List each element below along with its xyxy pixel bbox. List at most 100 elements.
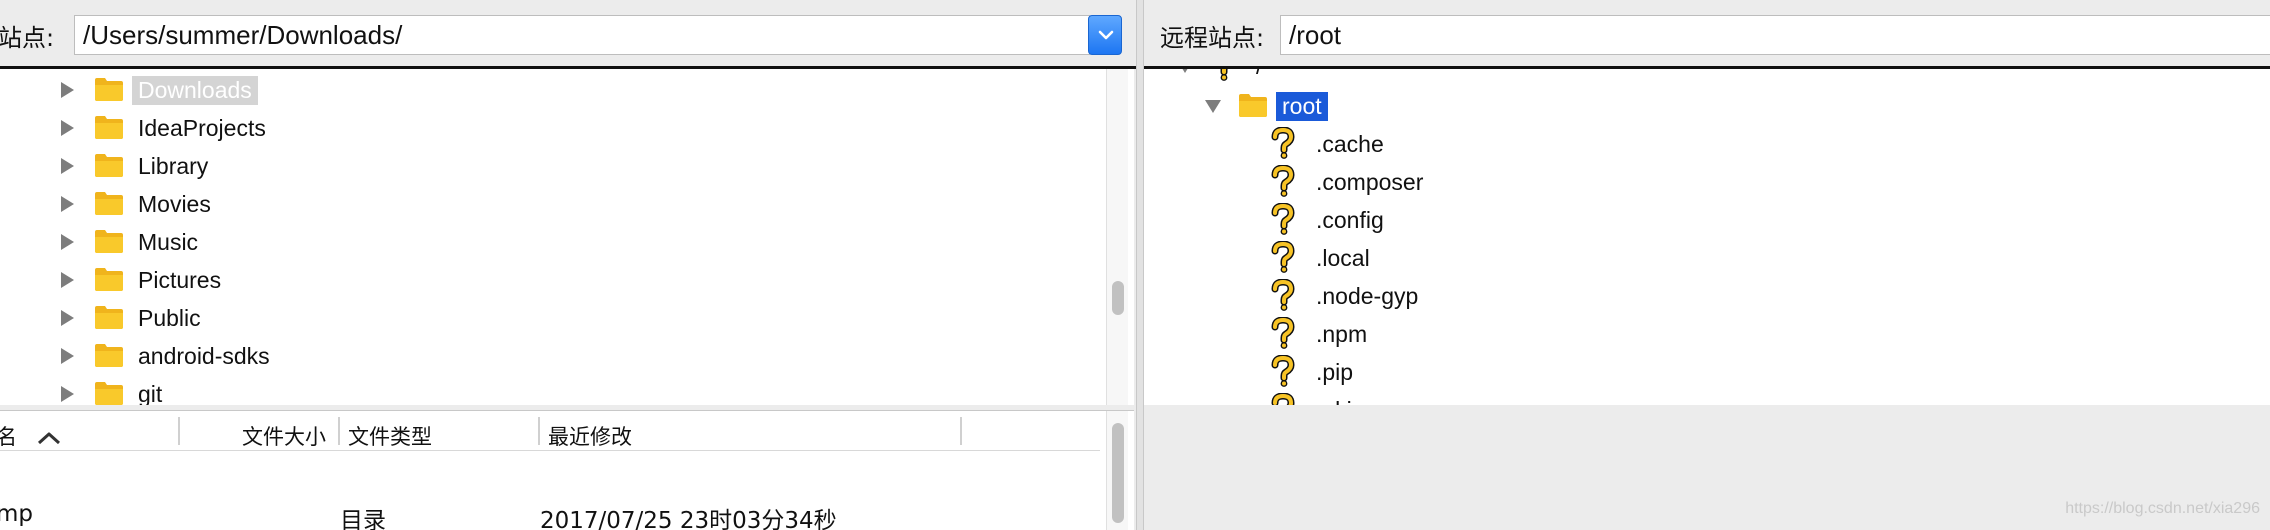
folder-icon (95, 154, 123, 177)
tree-item-current[interactable]: root (1202, 87, 1328, 125)
tree-item-label: .composer (1316, 168, 1424, 195)
expand-toggle[interactable] (56, 155, 78, 177)
chevron-down-icon (1098, 30, 1114, 40)
remote-site-label: 远程站点: (1160, 24, 1265, 52)
column-name-header[interactable]: 名 (0, 421, 62, 451)
column-separator[interactable] (538, 417, 540, 445)
folder-icon (95, 306, 123, 329)
expand-toggle[interactable] (56, 193, 78, 215)
tree-item[interactable]: Downloads (56, 71, 258, 109)
folder-icon (95, 344, 123, 367)
disclosure-triangle-icon (61, 120, 74, 136)
folder-icon (1239, 94, 1267, 117)
tree-item-label: android-sdks (138, 342, 270, 369)
tree-item-label: IdeaProjects (138, 114, 266, 141)
disclosure-triangle-icon (61, 386, 74, 402)
local-list-scroll-thumb[interactable] (1112, 423, 1124, 523)
unknown-folder-icon (1271, 316, 1295, 349)
column-separator[interactable] (338, 417, 340, 445)
tree-item[interactable]: .pki (1270, 391, 1358, 405)
tree-item[interactable]: .local (1270, 239, 1376, 277)
icon-wrap (1270, 354, 1298, 389)
tree-item-label: Library (138, 152, 209, 179)
local-path-dropdown-button[interactable] (1088, 15, 1122, 55)
column-type-header[interactable]: 文件类型 (348, 421, 432, 451)
tree-item-label: git (138, 380, 163, 406)
expand-toggle[interactable] (56, 383, 78, 405)
column-modified-header[interactable]: 最近修改 (548, 421, 632, 451)
folder-icon-wrap (94, 266, 124, 294)
unknown-folder-icon (1271, 202, 1295, 235)
tree-item[interactable]: Pictures (56, 261, 227, 299)
tree-item-label: .pki (1310, 396, 1358, 406)
remote-site-bar: 远程站点: (1144, 0, 2270, 66)
tree-item[interactable]: git (56, 375, 168, 405)
tree-item-label: .node-gyp (1316, 282, 1419, 309)
tree-item[interactable]: .cache (1270, 125, 1390, 163)
folder-icon-wrap (94, 228, 124, 256)
root-icon-wrap (1210, 69, 1238, 83)
expand-toggle[interactable] (1174, 69, 1196, 77)
tree-item[interactable]: .composer (1270, 163, 1429, 201)
local-site-label: 地站点: (0, 24, 55, 52)
tree-item[interactable]: Public (56, 299, 207, 337)
local-tree-scroll-thumb[interactable] (1112, 281, 1124, 315)
folder-icon (95, 268, 123, 291)
column-separator[interactable] (178, 417, 180, 445)
unknown-folder-icon (1271, 392, 1295, 405)
tree-item[interactable]: IdeaProjects (56, 109, 272, 147)
remote-directory-tree: / root .cache .composer .config .local .node-g… (1144, 69, 2270, 405)
expand-toggle[interactable] (56, 307, 78, 329)
tree-root-item[interactable]: / (1174, 69, 1268, 85)
unknown-folder-icon (1271, 354, 1295, 387)
tree-item[interactable]: Music (56, 223, 204, 261)
local-path-input[interactable] (74, 15, 1090, 55)
pane-splitter[interactable] (1136, 0, 1144, 530)
disclosure-triangle-icon (61, 272, 74, 288)
tree-item[interactable]: .node-gyp (1270, 277, 1424, 315)
tree-item-label: Pictures (138, 266, 222, 293)
icon-wrap (1270, 278, 1298, 313)
expand-toggle[interactable] (56, 79, 78, 101)
tree-item[interactable]: .pip (1270, 353, 1359, 391)
local-file-list-header: 名 文件大小 文件类型 最近修改 (0, 411, 1100, 451)
column-size-header[interactable]: 文件大小 (242, 421, 326, 451)
local-site-pane: 地站点: Downloads IdeaProjects Library Movies M… (0, 0, 1136, 530)
remote-path-input[interactable] (1280, 15, 2270, 55)
tree-item[interactable]: .config (1270, 201, 1390, 239)
expand-toggle[interactable] (56, 117, 78, 139)
folder-icon-wrap (94, 342, 124, 370)
file-name: mp (0, 501, 34, 527)
disclosure-triangle-icon (61, 82, 74, 98)
disclosure-triangle-down-icon (1205, 100, 1221, 113)
expand-toggle[interactable] (56, 231, 78, 253)
column-separator[interactable] (960, 417, 962, 445)
file-list-row[interactable]: mp 目录 2017/07/25 23时03分34秒 (0, 497, 1100, 530)
tree-item[interactable]: Library (56, 147, 214, 185)
tree-item-label: root (1276, 91, 1328, 121)
disclosure-triangle-icon (61, 310, 74, 326)
folder-icon-wrap (94, 190, 124, 218)
local-list-scrollbar[interactable] (1106, 411, 1128, 530)
tree-item-label: .cache (1316, 130, 1384, 157)
tree-item[interactable]: .npm (1270, 315, 1373, 353)
local-tree-scrollbar[interactable] (1106, 69, 1128, 405)
expand-toggle[interactable] (1202, 95, 1224, 117)
icon-wrap (1270, 240, 1298, 275)
tree-item-label: Downloads (132, 75, 258, 105)
tree-item-label: .npm (1316, 320, 1368, 347)
tree-item-label: .pip (1316, 358, 1354, 385)
tree-item-label: / (1250, 69, 1268, 81)
remote-site-pane: 远程站点: / root .cache .composer .config .local.… (1144, 0, 2270, 530)
folder-icon-wrap (1238, 92, 1268, 120)
folder-icon-wrap (94, 114, 124, 142)
unknown-folder-icon (1271, 240, 1295, 273)
tree-item[interactable]: android-sdks (56, 337, 276, 375)
expand-toggle[interactable] (56, 345, 78, 367)
icon-wrap (1270, 202, 1298, 237)
expand-toggle[interactable] (56, 269, 78, 291)
tree-item-label: .local (1316, 244, 1370, 271)
icon-wrap (1270, 316, 1298, 351)
tree-item[interactable]: Movies (56, 185, 217, 223)
tree-item-label: Movies (138, 190, 211, 217)
